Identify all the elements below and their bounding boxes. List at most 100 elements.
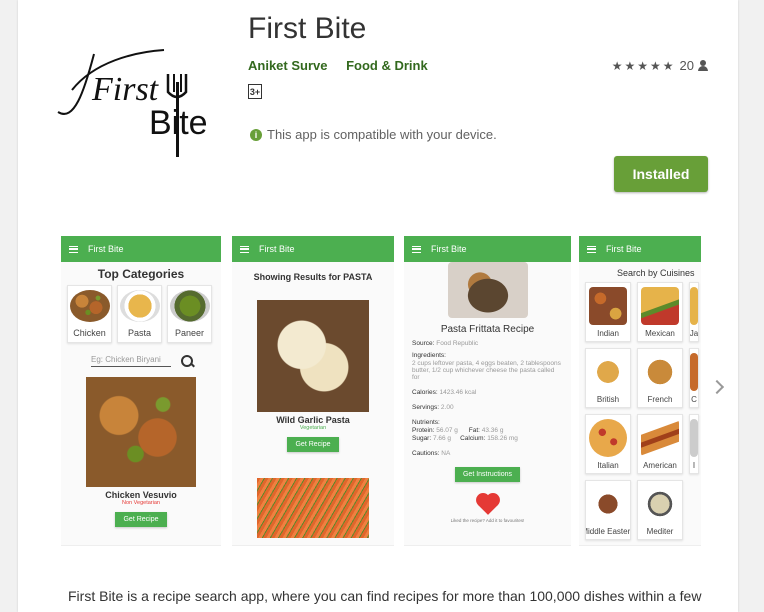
app-title: First Bite — [248, 12, 367, 45]
chinese-image — [690, 353, 698, 391]
cuisine-mexican: Mexican — [637, 282, 683, 342]
label: Source: — [412, 340, 435, 347]
paneer-image — [169, 290, 210, 322]
label: Sugar: — [412, 435, 432, 442]
dish-image — [86, 377, 196, 487]
app-meta: Aniket Surve Food & Drink — [248, 58, 443, 73]
cuisine-label: French — [647, 395, 673, 404]
cuisine-label: Ja — [689, 329, 699, 338]
compatibility-notice: i This app is compatible with your devic… — [250, 127, 497, 142]
cuisine-label: C — [691, 395, 697, 404]
appbar: First Bite — [232, 236, 394, 262]
screenshot-carousel[interactable]: First Bite Top Categories Chicken Pasta … — [61, 236, 701, 546]
japanese-image — [690, 287, 698, 325]
recipe-title: Pasta Frittata Recipe — [440, 324, 535, 335]
favourite-hint: Liked the recipe? Add it to favourites! — [450, 518, 525, 523]
mediterranean-image — [641, 485, 679, 523]
cuisine-middle-eastern: Middle Eastern — [585, 480, 631, 540]
dish-tag: Non Vegetarian — [122, 500, 160, 506]
dish-tag: Vegetarian — [299, 425, 327, 431]
compatibility-text: This app is compatible with your device. — [267, 127, 497, 142]
cuisine-partial: I — [689, 414, 699, 474]
category-link[interactable]: Food & Drink — [346, 58, 428, 73]
section-heading: Top Categories — [97, 267, 185, 281]
star-rating-icon: ★★★★★ — [611, 58, 676, 73]
menu-icon — [587, 245, 596, 253]
get-instructions-button: Get Instructions — [454, 467, 521, 482]
screenshot-2[interactable]: First Bite Showing Results for PASTA Wil… — [232, 236, 394, 546]
cuisine-french: French — [637, 348, 683, 408]
cuisine-grid: Indian Mexican Ja British French C Itali… — [579, 278, 701, 544]
rating: ★★★★★ 20 — [612, 58, 708, 73]
appbar: First Bite — [579, 236, 701, 262]
menu-icon — [240, 245, 249, 253]
search-icon — [181, 355, 193, 367]
menu-icon — [412, 245, 421, 253]
french-image — [641, 353, 679, 391]
label: Fat: — [468, 427, 480, 434]
appbar-title: First Bite — [88, 244, 124, 254]
menu-icon — [69, 245, 78, 253]
dish-name: Chicken Vesuvio — [105, 490, 177, 500]
appbar: First Bite — [404, 236, 571, 262]
cuisine-italian: Italian — [585, 414, 631, 474]
value: 2 cups leftover pasta, 4 eggs beaten, 2 … — [412, 360, 561, 381]
screenshot-1[interactable]: First Bite Top Categories Chicken Pasta … — [61, 236, 221, 546]
partial-image — [690, 419, 698, 457]
value: NA — [441, 450, 451, 457]
category-label: Pasta — [127, 328, 151, 338]
category-row: Chicken Pasta Paneer — [61, 281, 221, 347]
cuisines-heading: Search by Cuisines — [617, 268, 695, 278]
cuisine-label: Mediter — [646, 527, 674, 536]
pasta-image — [119, 290, 160, 322]
appbar: First Bite — [61, 236, 221, 262]
label: Calories: — [412, 389, 438, 396]
value: 2.00 — [440, 404, 454, 411]
app-description: First Bite is a recipe search app, where… — [68, 588, 702, 604]
app-details-card: First Bite First Bite Aniket Surve Food … — [18, 0, 738, 612]
cuisine-label: Italian — [597, 461, 619, 470]
value: 56.07 g — [436, 427, 458, 434]
mexican-image — [641, 287, 679, 325]
appbar-title: First Bite — [431, 244, 467, 254]
cuisine-label: Mexican — [645, 329, 675, 338]
person-icon — [698, 60, 708, 71]
logo-text-first: First — [91, 71, 160, 108]
appbar-title: First Bite — [606, 244, 642, 254]
label: Servings: — [412, 404, 440, 411]
italian-image — [589, 419, 627, 457]
results-heading: Showing Results for PASTA — [253, 272, 373, 282]
dish-image — [257, 300, 369, 412]
category-label: Chicken — [73, 328, 106, 338]
dish-image-2 — [257, 478, 369, 538]
middle-eastern-image — [589, 485, 627, 523]
appbar-title: First Bite — [259, 244, 295, 254]
category-label: Paneer — [174, 328, 205, 338]
search-bar: Eg: Chicken Biryani — [91, 355, 221, 367]
label: Cautions: — [412, 450, 440, 457]
cuisine-british: British — [585, 348, 631, 408]
rating-count: 20 — [679, 58, 694, 73]
dish-name: Wild Garlic Pasta — [276, 415, 350, 425]
get-recipe-button: Get Recipe — [287, 437, 339, 452]
category-paneer: Paneer — [167, 285, 212, 343]
developer-link[interactable]: Aniket Surve — [248, 58, 327, 73]
category-pasta: Pasta — [117, 285, 162, 343]
recipe-details: Source: Food Republic Ingredients: 2 cup… — [404, 340, 571, 457]
recipe-image — [447, 262, 528, 318]
cuisine-japanese-partial: Ja — [689, 282, 699, 342]
value: Food Republic — [436, 340, 479, 347]
cuisine-indian: Indian — [585, 282, 631, 342]
cuisine-label: American — [643, 461, 677, 470]
value: 158.26 mg — [487, 435, 518, 442]
value: 7.66 g — [432, 435, 452, 442]
indian-image — [589, 287, 627, 325]
app-logo: First Bite — [57, 49, 208, 157]
age-rating-badge: 3+ — [248, 84, 262, 99]
screenshot-3[interactable]: First Bite Pasta Frittata Recipe Source:… — [404, 236, 571, 546]
american-image — [641, 419, 679, 457]
installed-button[interactable]: Installed — [614, 156, 708, 192]
screenshot-4[interactable]: First Bite Search by Cuisines Indian Mex… — [579, 236, 701, 546]
label: Protein: — [412, 427, 435, 434]
cuisine-american: American — [637, 414, 683, 474]
